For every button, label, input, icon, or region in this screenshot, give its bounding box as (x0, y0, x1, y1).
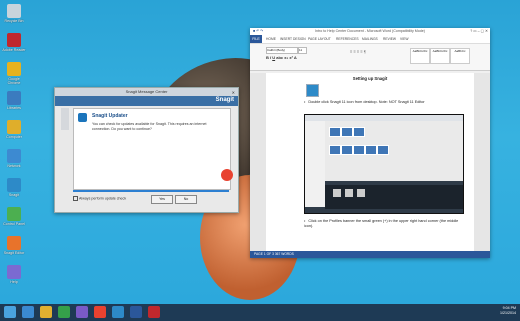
desktop-icon-label: Recycle Bin (4, 19, 24, 23)
embedded-screenshot (304, 114, 464, 214)
app-icon (7, 62, 21, 76)
snagit-icon (78, 113, 87, 122)
style-no-spacing[interactable]: AaBbCcDc (430, 48, 450, 64)
desktop-icon-label: Help (10, 280, 18, 284)
desktop-icon[interactable]: Google Chrome (2, 62, 26, 85)
desktop-icon-label: Network (7, 164, 21, 168)
store-icon[interactable] (58, 306, 70, 318)
document-page[interactable]: Setting up Snagit • Double click Snagit 1… (266, 73, 474, 251)
app-icon (7, 207, 21, 221)
app-icon (7, 4, 21, 18)
checkbox-label: Always perform update check (79, 196, 127, 201)
app-icon (7, 236, 21, 250)
word-icon[interactable] (130, 306, 142, 318)
paragraph-text: Click on the Profiles banner the small g… (304, 219, 459, 228)
start-button[interactable] (4, 306, 16, 318)
capture-button[interactable] (221, 169, 233, 181)
tab-insert[interactable]: INSERT (280, 35, 292, 43)
bullet-paragraph: • Click on the Profiles banner the small … (304, 219, 459, 228)
desktop: Recycle Bin Adobe Reader Google Chrome Libr… (0, 0, 520, 304)
tab-page-layout[interactable]: PAGE LAYOUT (308, 35, 331, 43)
progress-fill (73, 190, 229, 192)
clock[interactable]: 9:04 PM 1/21/2014 (500, 306, 516, 316)
message-text: You can check for updates available for … (92, 122, 207, 131)
ribbon-tabs: FILE HOME INSERT DESIGN PAGE LAYOUT REFERENC… (250, 35, 490, 44)
snagit-message-center-dialog: Snagit Message Center ✕ Snagit Snagit Up… (54, 87, 239, 213)
app-icon (7, 149, 21, 163)
media-icon[interactable] (76, 306, 88, 318)
tab-references[interactable]: REFERENCES (336, 35, 359, 43)
message-panel: Snagit Updater You can check for updates… (73, 108, 233, 190)
desktop-icon[interactable]: Recycle Bin (2, 4, 26, 23)
app-icon (7, 265, 21, 279)
desktop-icon-label: Libraries (7, 106, 21, 110)
style-heading[interactable]: AaBbCc (450, 48, 470, 64)
desktop-icon[interactable]: Network (2, 149, 26, 168)
yes-button[interactable]: Yes (151, 195, 173, 204)
desktop-icon-label: Google Chrome (7, 77, 21, 85)
word-title-bar: ■ ↶ ↷ Intro to Help Center Document - Mi… (250, 28, 490, 35)
word-title: Intro to Help Center Document - Microsof… (315, 29, 425, 33)
app-icon (7, 91, 21, 105)
desktop-icon[interactable]: Control Panel (2, 207, 26, 226)
folder-icon[interactable] (40, 306, 52, 318)
tab-design[interactable]: DESIGN (293, 35, 306, 43)
desktop-icon[interactable]: Libraries (2, 91, 26, 110)
brand-banner: Snagit (55, 96, 238, 106)
dialog-title: Snagit Message Center (125, 89, 168, 94)
brand-logo: Snagit (215, 97, 234, 103)
tab-mailings[interactable]: MAILINGS (362, 35, 378, 43)
desktop-icon-label: Snagit (8, 193, 20, 197)
desktop-icon-label: Snagit Editor (3, 251, 25, 255)
snagit-icon[interactable] (112, 306, 124, 318)
desktop-icon-label: Computer (6, 135, 22, 139)
window-controls[interactable]: ? ▭ – ▢ ✕ (470, 28, 488, 35)
dialog-title-bar: Snagit Message Center ✕ (55, 88, 238, 96)
font-size-box[interactable]: 11 (298, 47, 307, 54)
status-bar: PAGE 1 OF 3 367 WORDS (250, 251, 490, 258)
quick-access-toolbar[interactable]: ■ ↶ ↷ (253, 28, 263, 35)
desktop-icon[interactable]: Snagit (2, 178, 26, 197)
adobe-icon[interactable] (148, 306, 160, 318)
app-icon (7, 33, 21, 47)
desktop-icon[interactable]: Help (2, 265, 26, 284)
doc-heading: Setting up Snagit (352, 76, 388, 81)
desktop-icon[interactable]: Computer (2, 120, 26, 139)
desktop-icon-label: Adobe Reader (2, 48, 26, 52)
app-icon (7, 178, 21, 192)
checkbox-icon[interactable] (73, 196, 78, 201)
tab-view[interactable]: VIEW (400, 35, 408, 43)
tab-home[interactable]: HOME (266, 35, 276, 43)
tab-file[interactable]: FILE (250, 35, 262, 43)
snagit-icon (306, 84, 319, 97)
bullet-paragraph: • Double click Snagit 11 icon from deskto… (304, 100, 425, 104)
status-text: PAGE 1 OF 3 367 WORDS (254, 252, 294, 256)
document-area: Setting up Snagit • Double click Snagit 1… (250, 73, 490, 251)
chrome-icon[interactable] (94, 306, 106, 318)
format-buttons[interactable]: B I U abc x₂ x² A (266, 55, 297, 60)
ie-icon[interactable] (22, 306, 34, 318)
update-check-option[interactable]: Always perform update check (73, 196, 126, 201)
desktop-icon[interactable]: Adobe Reader (2, 33, 26, 52)
font-name-box[interactable]: Calibri (Body) (266, 47, 298, 54)
no-button[interactable]: No (175, 195, 197, 204)
desktop-icon-label: Control Panel (3, 222, 25, 226)
style-normal[interactable]: AaBbCcDc (410, 48, 430, 64)
clock-date: 1/21/2014 (500, 311, 516, 315)
ribbon: Calibri (Body) 11 B I U abc x₂ x² A ≡ ≡ … (250, 44, 490, 71)
progress-bar (73, 190, 229, 192)
taskbar: 9:04 PM 1/21/2014 (0, 304, 520, 321)
sidebar-icons (61, 108, 69, 130)
message-heading: Snagit Updater (92, 113, 128, 119)
paragraph-buttons[interactable]: ≡ ≡ ≡ ≡ ¶ (350, 49, 366, 54)
app-icon (7, 120, 21, 134)
desktop-icon[interactable]: Snagit Editor (2, 236, 26, 255)
word-window: ■ ↶ ↷ Intro to Help Center Document - Mi… (250, 28, 490, 258)
tab-review[interactable]: REVIEW (383, 35, 396, 43)
paragraph-text: Double click Snagit 11 icon from desktop… (308, 100, 425, 104)
